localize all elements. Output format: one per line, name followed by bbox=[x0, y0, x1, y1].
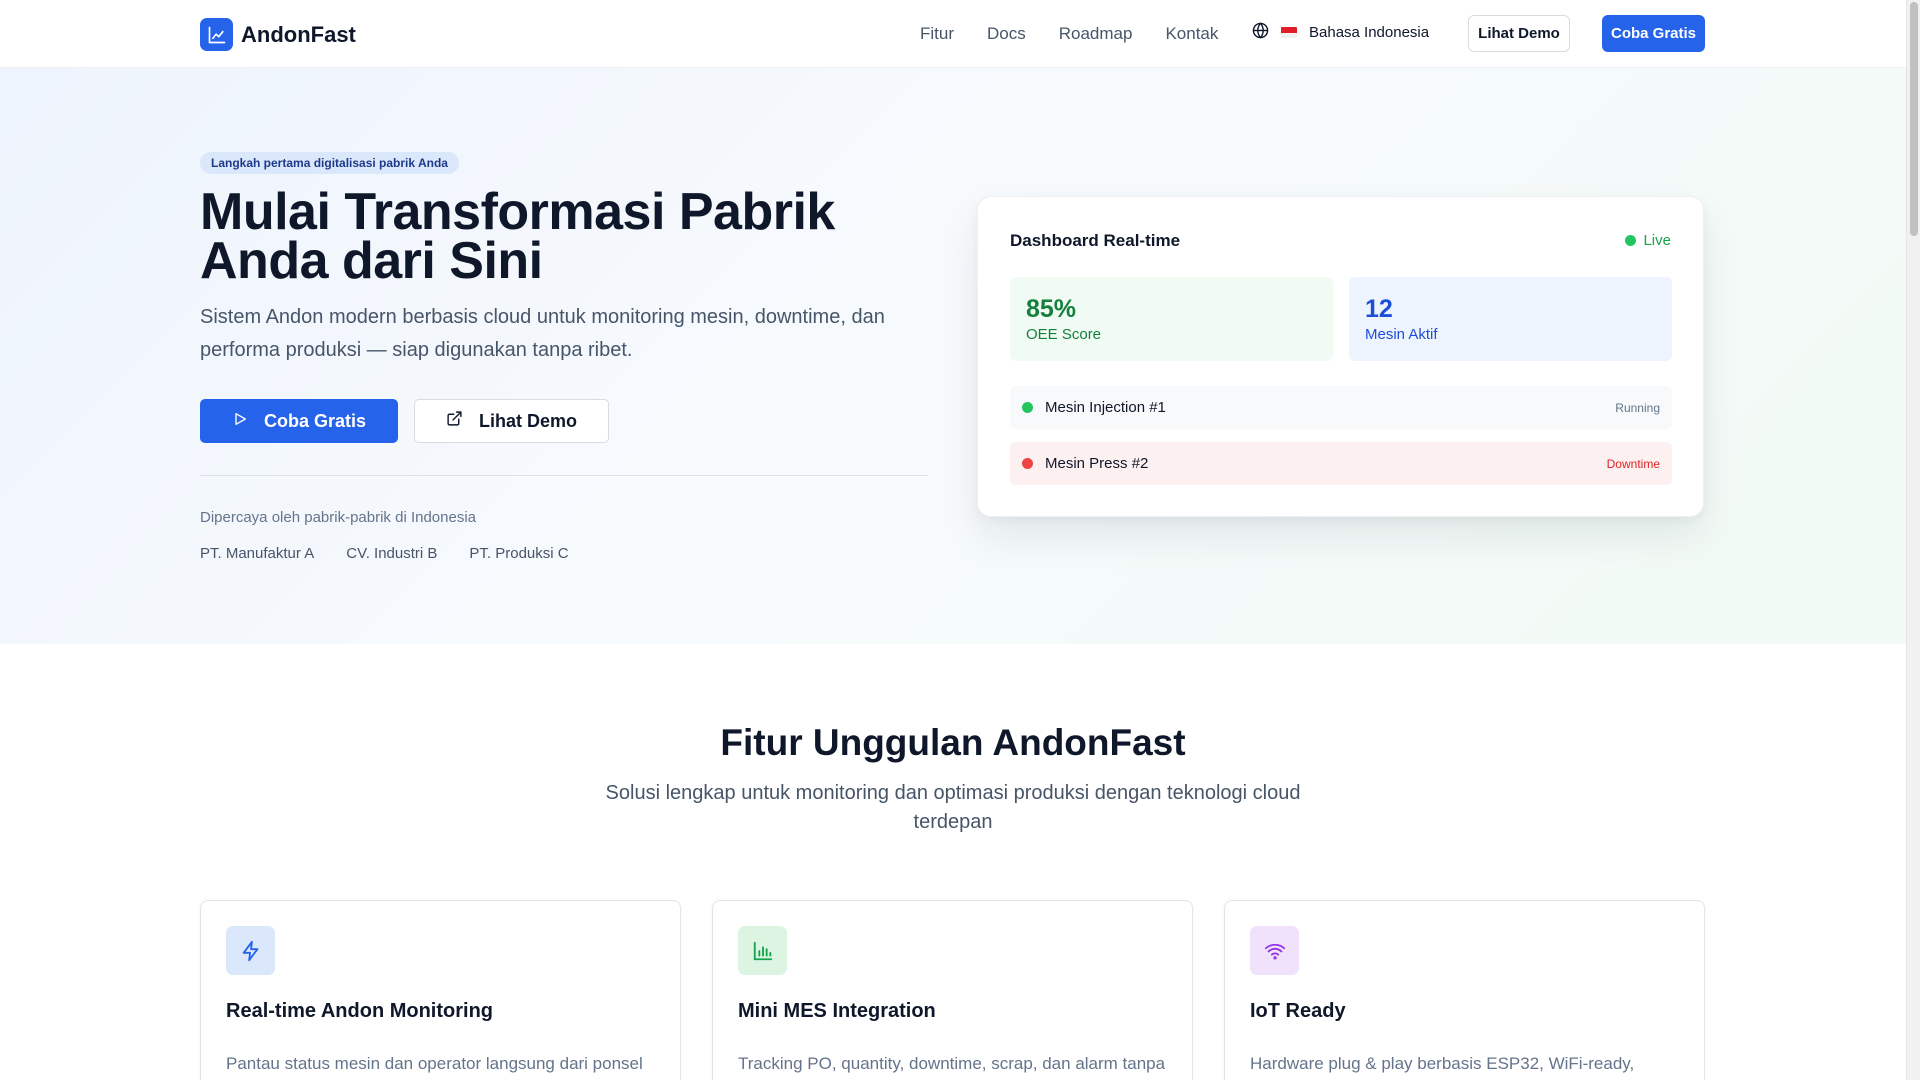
trust-list: PT. Manufaktur A CV. Industri B PT. Prod… bbox=[200, 545, 569, 562]
feature-card-title: IoT Ready bbox=[1250, 1000, 1346, 1022]
hero-badge: Langkah pertama digitalisasi pabrik Anda bbox=[200, 152, 459, 174]
feature-card-desc: Pantau status mesin dan operator langsun… bbox=[226, 1054, 643, 1073]
live-dot-icon bbox=[1625, 235, 1637, 246]
live-label: Live bbox=[1643, 232, 1671, 249]
stat-label: Mesin Aktif bbox=[1365, 326, 1438, 343]
stat-value: 12 bbox=[1365, 295, 1393, 323]
scrollbar-thumb[interactable] bbox=[1910, 2, 1918, 236]
language-selector[interactable]: Bahasa Indonesia bbox=[1252, 22, 1429, 43]
hero-divider bbox=[200, 475, 928, 476]
nav-demo-button[interactable]: Lihat Demo bbox=[1468, 15, 1570, 52]
globe-icon bbox=[1252, 22, 1269, 43]
machine-row: Mesin Press #2 Downtime bbox=[1010, 442, 1672, 485]
trust-company: PT. Produksi C bbox=[469, 545, 569, 562]
hero-try-label: Coba Gratis bbox=[263, 410, 367, 431]
stat-label: OEE Score bbox=[1026, 326, 1102, 343]
hero-subtitle: Sistem Andon modern berbasis cloud untuk… bbox=[200, 306, 885, 361]
features-subtitle: Solusi lengkap untuk monitoring dan opti… bbox=[605, 782, 1301, 833]
nav-link-roadmap[interactable]: Roadmap bbox=[1059, 24, 1133, 44]
trust-company: PT. Manufaktur A bbox=[200, 545, 315, 562]
dashboard-title: Dashboard Real-time bbox=[1010, 231, 1181, 250]
stat-value: 85% bbox=[1026, 295, 1077, 323]
play-icon bbox=[232, 411, 248, 432]
machine-name: Mesin Press #2 bbox=[1045, 455, 1149, 472]
status-dot-icon bbox=[1022, 402, 1033, 413]
bar-chart-icon bbox=[738, 926, 787, 975]
hero-demo-label: Lihat Demo bbox=[478, 410, 577, 431]
trust-company: CV. Industri B bbox=[346, 545, 438, 562]
machine-row: Mesin Injection #1 Running bbox=[1010, 386, 1672, 429]
features-title: Fitur Unggulan AndonFast bbox=[720, 722, 1186, 763]
brand[interactable]: AndonFast bbox=[200, 18, 356, 51]
brand-name: AndonFast bbox=[241, 21, 356, 47]
nav-links: Fitur Docs Roadmap Kontak bbox=[920, 0, 1218, 68]
nav-link-fitur[interactable]: Fitur bbox=[920, 24, 954, 44]
machine-name: Mesin Injection #1 bbox=[1045, 399, 1166, 416]
machine-status: Downtime bbox=[1606, 456, 1660, 471]
nav-link-docs[interactable]: Docs bbox=[987, 24, 1026, 44]
status-dot-icon bbox=[1022, 458, 1033, 469]
trust-label: Dipercaya oleh pabrik-pabrik di Indonesi… bbox=[200, 509, 476, 526]
feature-card-title: Mini MES Integration bbox=[738, 1000, 936, 1022]
indonesia-flag-icon bbox=[1281, 27, 1297, 38]
hero-try-button[interactable]: Coba Gratis bbox=[200, 399, 398, 443]
feature-card: IoT Ready Hardware plug & play berbasis … bbox=[1224, 900, 1705, 1080]
dashboard-preview-card: Dashboard Real-time Live 85% OEE Score 1… bbox=[977, 196, 1704, 517]
page-scrollbar[interactable] bbox=[1906, 0, 1920, 1080]
brand-logo-icon bbox=[200, 18, 233, 51]
active-machines-stat: 12 Mesin Aktif bbox=[1349, 277, 1672, 361]
feature-card-desc: Tracking PO, quantity, downtime, scrap, … bbox=[738, 1054, 1166, 1073]
nav-try-button[interactable]: Coba Gratis bbox=[1602, 15, 1705, 52]
machine-status: Running bbox=[1615, 400, 1660, 415]
hero-title: Mulai Transformasi Pabrik Anda dari Sini bbox=[200, 183, 835, 290]
feature-card: Real-time Andon Monitoring Pantau status… bbox=[200, 900, 681, 1080]
wifi-icon bbox=[1250, 926, 1299, 975]
language-label: Bahasa Indonesia bbox=[1309, 24, 1430, 41]
oee-stat: 85% OEE Score bbox=[1010, 277, 1333, 361]
lightning-icon bbox=[226, 926, 275, 975]
feature-card-desc: Hardware plug & play berbasis ESP32, WiF… bbox=[1250, 1054, 1635, 1073]
top-navbar: AndonFast Fitur Docs Roadmap Kontak Baha… bbox=[0, 0, 1906, 68]
feature-card: Mini MES Integration Tracking PO, quanti… bbox=[712, 900, 1193, 1080]
hero-demo-button[interactable]: Lihat Demo bbox=[414, 399, 609, 443]
live-indicator: Live bbox=[1625, 232, 1671, 249]
external-link-icon bbox=[446, 410, 463, 432]
feature-card-title: Real-time Andon Monitoring bbox=[226, 1000, 494, 1022]
nav-link-kontak[interactable]: Kontak bbox=[1165, 24, 1218, 44]
